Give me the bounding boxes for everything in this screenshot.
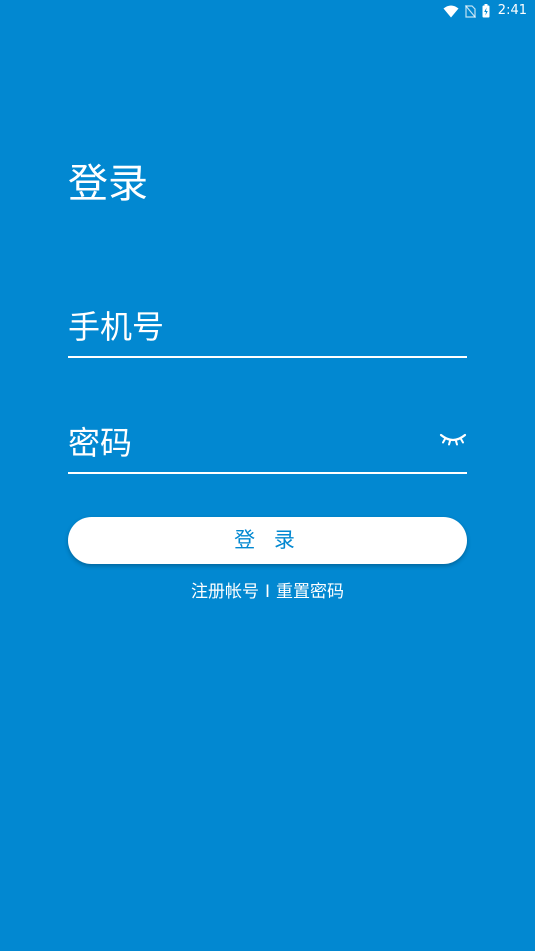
no-sim-icon — [464, 4, 476, 18]
link-separator: I — [264, 582, 270, 602]
login-button[interactable]: 登 录 — [68, 517, 467, 564]
status-time: 2:41 — [497, 3, 527, 18]
phone-input[interactable] — [68, 300, 467, 354]
wifi-icon — [443, 5, 459, 18]
password-input[interactable] — [68, 416, 467, 470]
page-title: 登录 — [68, 161, 148, 207]
reset-password-link[interactable]: 重置密码 — [276, 582, 344, 602]
status-bar: 2:41 — [0, 0, 535, 22]
register-link[interactable]: 注册帐号 — [191, 582, 259, 602]
eye-closed-icon[interactable] — [439, 430, 467, 450]
status-icons: 2:41 — [443, 3, 527, 19]
bottom-links: 注册帐号 I 重置密码 — [0, 579, 535, 605]
password-field — [68, 416, 467, 474]
battery-charging-icon — [482, 4, 490, 18]
phone-field — [68, 300, 467, 358]
